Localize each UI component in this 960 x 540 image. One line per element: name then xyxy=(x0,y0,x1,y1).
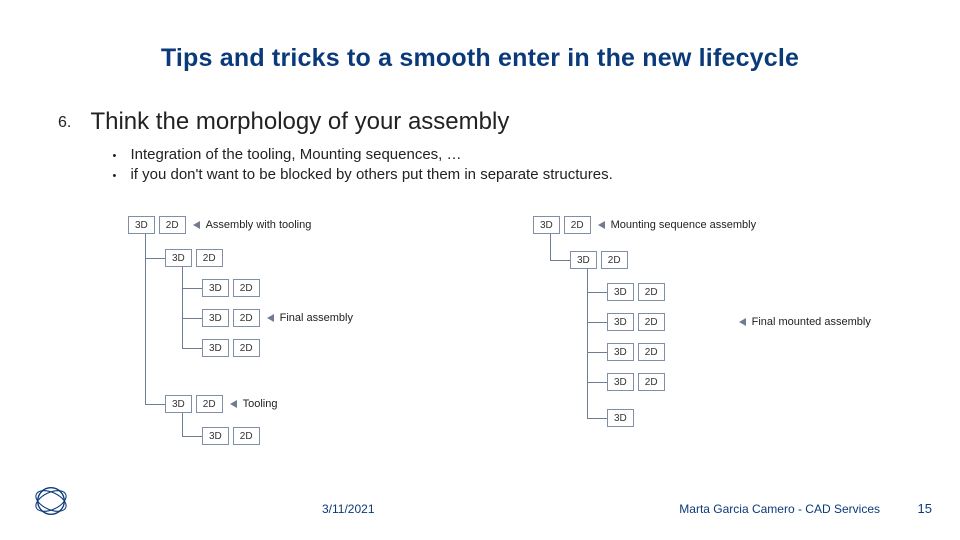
tree-node: 3D 2D xyxy=(570,251,628,269)
sub-bullet: • Integration of the tooling, Mounting s… xyxy=(112,146,612,163)
connector-line xyxy=(145,404,165,405)
connector-line xyxy=(587,382,607,383)
box-3d: 3D xyxy=(607,283,634,301)
tree-node: 3D 2D Mounting sequence assembly xyxy=(533,216,756,234)
tree-node: 3D 2D xyxy=(607,343,665,361)
arrow-left-icon xyxy=(739,318,746,326)
bullet-text: Integration of the tooling, Mounting seq… xyxy=(130,146,461,163)
arrow-left-icon xyxy=(598,221,605,229)
connector-line xyxy=(587,352,607,353)
node-label: Final mounted assembly xyxy=(752,316,871,328)
bullet-dot-icon: • xyxy=(112,166,130,182)
box-2d: 2D xyxy=(601,251,628,269)
box-2d: 2D xyxy=(159,216,186,234)
box-2d: 2D xyxy=(196,395,223,413)
sub-bullet: • if you don't want to be blocked by oth… xyxy=(112,166,612,183)
box-3d: 3D xyxy=(202,279,229,297)
tree-node: 3D 2D xyxy=(607,283,665,301)
node-label: Final assembly xyxy=(280,312,353,324)
node-label: Mounting sequence assembly xyxy=(611,219,757,231)
footer: 3/11/2021 Marta Garcia Camero - CAD Serv… xyxy=(0,492,960,522)
box-3d: 3D xyxy=(607,409,634,427)
diagram-area: 3D 2D Assembly with tooling 3D 2D 3D 2D xyxy=(112,216,930,456)
connector-line xyxy=(550,260,570,261)
tree-node: 3D 2D Tooling xyxy=(165,395,277,413)
connector-line xyxy=(182,318,202,319)
connector-line xyxy=(550,234,551,260)
footer-date: 3/11/2021 xyxy=(322,502,375,516)
sub-list: • Integration of the tooling, Mounting s… xyxy=(112,146,612,183)
tree-node: 3D 2D xyxy=(202,279,260,297)
bullet-dot-icon: • xyxy=(112,146,130,162)
connector-line xyxy=(182,288,202,289)
connector-line xyxy=(145,258,165,259)
slide: Tips and tricks to a smooth enter in the… xyxy=(0,0,960,540)
box-3d: 3D xyxy=(128,216,155,234)
box-2d: 2D xyxy=(564,216,591,234)
connector-line xyxy=(182,267,183,349)
tree-node: 3D 2D xyxy=(165,249,223,267)
box-3d: 3D xyxy=(607,343,634,361)
tree-node: 3D xyxy=(607,409,634,427)
box-3d: 3D xyxy=(202,309,229,327)
box-3d: 3D xyxy=(202,339,229,357)
box-3d: 3D xyxy=(570,251,597,269)
arrow-left-icon xyxy=(230,400,237,408)
box-2d: 2D xyxy=(233,279,260,297)
connector-line xyxy=(145,234,146,404)
box-3d: 3D xyxy=(165,395,192,413)
tree-node: 3D 2D Assembly with tooling xyxy=(128,216,311,234)
box-2d: 2D xyxy=(638,343,665,361)
box-2d: 2D xyxy=(638,373,665,391)
connector-line xyxy=(182,348,202,349)
connector-line xyxy=(182,436,202,437)
tree-node: 3D 2D Final mounted assembly xyxy=(607,313,871,331)
box-3d: 3D xyxy=(202,427,229,445)
cern-logo-icon xyxy=(32,482,70,520)
box-2d: 2D xyxy=(638,313,665,331)
content-list: 6. Think the morphology of your assembly… xyxy=(58,108,920,186)
footer-author: Marta Garcia Camero - CAD Services xyxy=(679,502,880,516)
box-2d: 2D xyxy=(233,339,260,357)
tree-node: 3D 2D xyxy=(202,339,260,357)
connector-line xyxy=(587,292,607,293)
box-2d: 2D xyxy=(233,309,260,327)
node-label: Assembly with tooling xyxy=(206,219,312,231)
node-label: Tooling xyxy=(243,398,278,410)
list-number: 6. xyxy=(58,108,86,132)
slide-title: Tips and tricks to a smooth enter in the… xyxy=(0,44,960,73)
footer-page-number: 15 xyxy=(918,501,932,516)
box-2d: 2D xyxy=(233,427,260,445)
box-2d: 2D xyxy=(196,249,223,267)
tree-node: 3D 2D Final assembly xyxy=(202,309,353,327)
box-3d: 3D xyxy=(607,373,634,391)
tree-node: 3D 2D xyxy=(202,427,260,445)
list-item-body: Think the morphology of your assembly • … xyxy=(90,108,612,186)
connector-line xyxy=(587,418,607,419)
tree-node: 3D 2D xyxy=(607,373,665,391)
box-3d: 3D xyxy=(533,216,560,234)
diagram-left: 3D 2D Assembly with tooling 3D 2D 3D 2D xyxy=(112,216,507,456)
box-3d: 3D xyxy=(607,313,634,331)
diagram-right: 3D 2D Mounting sequence assembly 3D 2D 3… xyxy=(517,216,922,456)
connector-line xyxy=(587,322,607,323)
box-2d: 2D xyxy=(638,283,665,301)
arrow-left-icon xyxy=(193,221,200,229)
bullet-text: if you don't want to be blocked by other… xyxy=(130,166,612,183)
list-heading: Think the morphology of your assembly xyxy=(90,108,612,136)
box-3d: 3D xyxy=(165,249,192,267)
connector-line xyxy=(182,413,183,437)
arrow-left-icon xyxy=(267,314,274,322)
